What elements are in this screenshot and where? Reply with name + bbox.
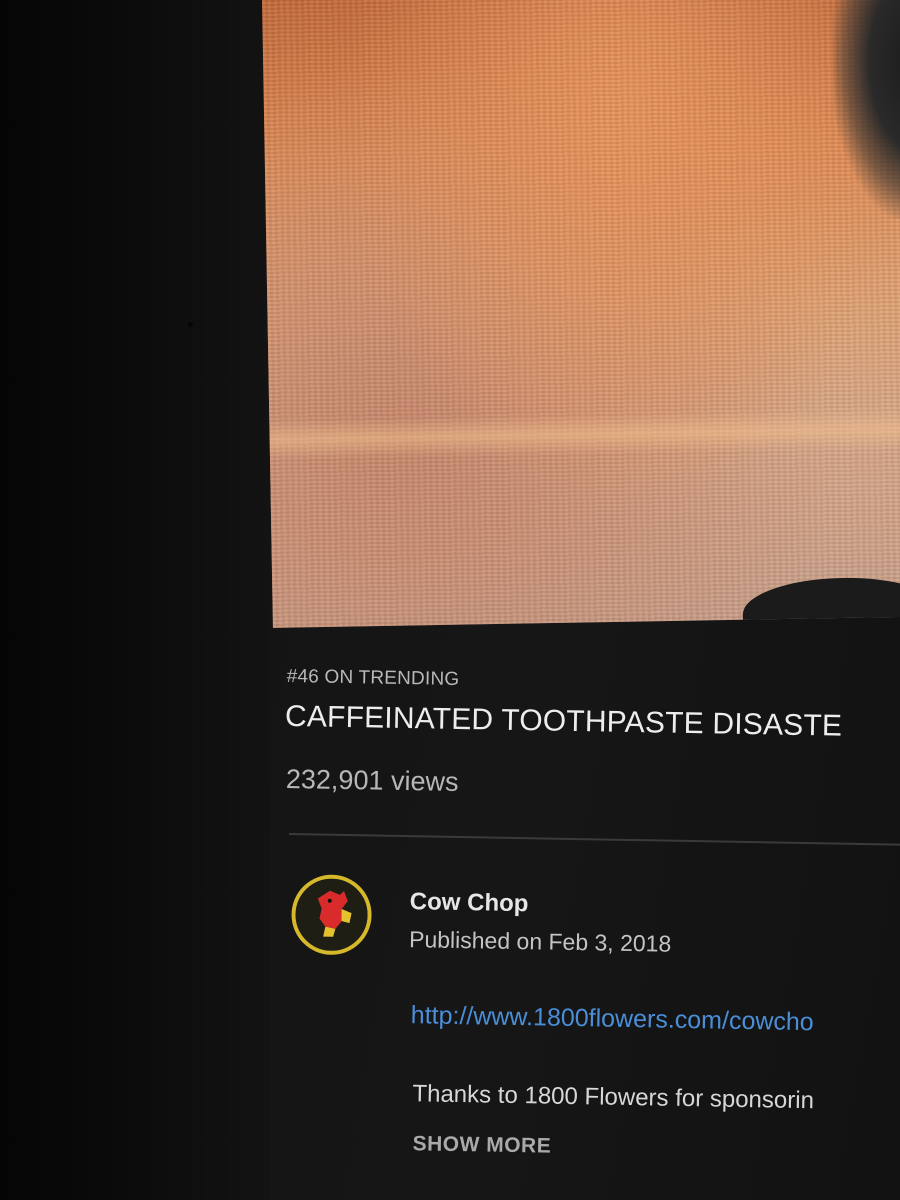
channel-name-link[interactable]: Cow Chop (410, 888, 529, 918)
trending-badge[interactable]: #46 ON TRENDING (287, 666, 460, 691)
description-link[interactable]: http://www.1800flowers.com/cowcho (411, 1001, 814, 1037)
channel-avatar[interactable] (290, 874, 373, 956)
cow-chop-logo-icon (294, 878, 369, 952)
description-text: Thanks to 1800 Flowers for sponsorin (412, 1080, 815, 1115)
show-more-button[interactable]: SHOW MORE (412, 1132, 551, 1158)
video-title: CAFFEINATED TOOTHPASTE DISASTE (284, 699, 843, 743)
section-divider (288, 833, 900, 847)
video-info: #46 ON TRENDING CAFFEINATED TOOTHPASTE D… (0, 0, 900, 1200)
publish-date: Published on Feb 3, 2018 (408, 926, 672, 957)
monitor-screen: #46 ON TRENDING CAFFEINATED TOOTHPASTE D… (0, 0, 900, 1200)
view-count: 232,901 views (285, 763, 459, 797)
